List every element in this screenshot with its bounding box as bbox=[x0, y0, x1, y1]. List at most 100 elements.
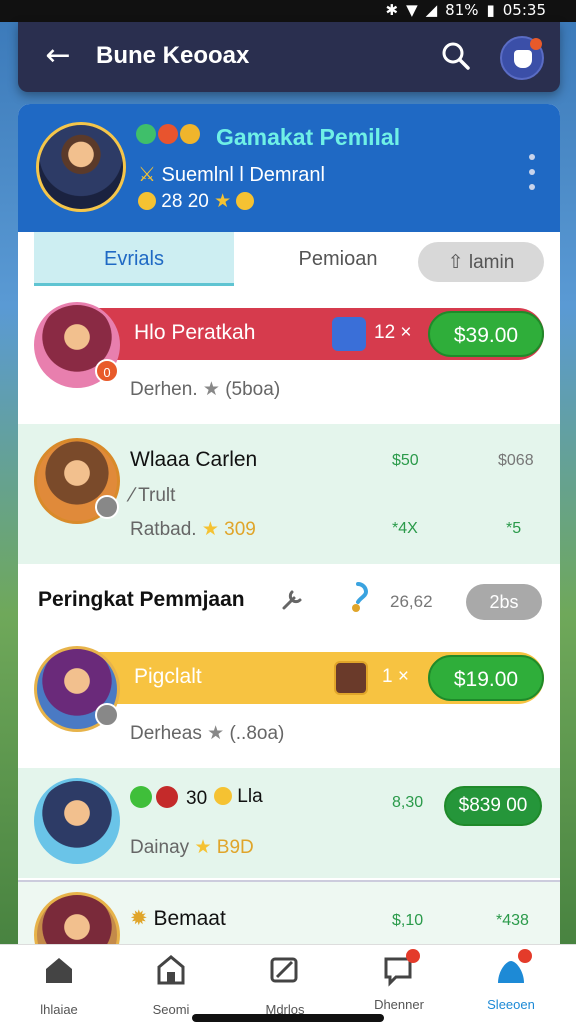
item-name: 30 bbox=[186, 788, 208, 809]
item-gem-icon bbox=[332, 317, 366, 351]
item-subtitle: Derhen. ★ (5boa) bbox=[130, 378, 280, 401]
item-quantity: 12 × bbox=[374, 322, 412, 343]
ruby-badge-icon bbox=[158, 124, 178, 144]
item-quantity: 1 × bbox=[382, 666, 409, 687]
avatar bbox=[34, 438, 120, 524]
profile-stats-value: 28 20 bbox=[161, 191, 209, 212]
item-badges bbox=[130, 786, 178, 808]
list-item[interactable]: ✹ Bemaat $,10 *438 bbox=[18, 880, 560, 944]
ruby-icon bbox=[156, 786, 178, 808]
item-subtitle-text: Derhen. bbox=[130, 379, 198, 400]
item-box-icon bbox=[334, 661, 368, 695]
buy-price-button[interactable]: $19.00 bbox=[428, 655, 544, 701]
item-value-1: 8,30 bbox=[392, 794, 424, 811]
list-item[interactable]: 30 Lla Dainay ★ B9D 8,30 $839 00 bbox=[18, 768, 560, 878]
item-value-2: *438 bbox=[496, 912, 529, 929]
gold-icon bbox=[214, 787, 232, 805]
item-value-1: $,10 bbox=[392, 912, 424, 929]
item-subtitle-extra: (..8oa) bbox=[229, 723, 285, 744]
item-line2: ⁄ Trult bbox=[130, 484, 175, 507]
gold-icon bbox=[236, 192, 255, 210]
star-icon: ★ bbox=[202, 378, 220, 400]
profile-name: Gamakat Pemilal bbox=[216, 124, 401, 150]
main-card: Gamakat Pemilal ⚔ Suemlnl l Demranl 28 2… bbox=[18, 104, 560, 944]
item-name-2-text: Lla bbox=[237, 786, 263, 807]
nav-tools[interactable]: Mdrlos bbox=[240, 953, 330, 1017]
tab-lamin[interactable]: ⇧ lamin bbox=[418, 242, 544, 282]
item-subtitle-extra: (5boa) bbox=[225, 379, 281, 400]
profile-badges bbox=[136, 124, 200, 144]
profile-subtitle-text: Suemlnl l Demranl bbox=[161, 164, 325, 186]
notification-badge bbox=[406, 949, 420, 963]
item-name-text: Bemaat bbox=[153, 907, 226, 930]
gem-icon bbox=[130, 786, 152, 808]
coin-badge-icon bbox=[180, 124, 200, 144]
item-subtitle: Dainay ★ B9D bbox=[130, 836, 254, 859]
item-value-2: $068 bbox=[498, 452, 534, 469]
nav-home[interactable]: lhlaiae bbox=[14, 953, 104, 1017]
list-item[interactable]: Wlaaa Carlen ⁄ Trult Ratbad. ★ 309 $50 $… bbox=[18, 424, 560, 564]
more-options-icon[interactable] bbox=[526, 154, 538, 190]
battery-icon: ▮ bbox=[486, 1, 495, 19]
item-subtitle: Ratbad. ★ 309 bbox=[130, 518, 256, 541]
item-name-2: Lla bbox=[214, 786, 263, 808]
nav-profile[interactable]: Sleeoen bbox=[466, 949, 556, 1012]
item-subtitle-text: Dainay bbox=[130, 837, 190, 858]
buy-price-button[interactable]: $839 00 bbox=[444, 786, 542, 826]
nav-shop[interactable]: Seomi bbox=[126, 953, 216, 1017]
item-line2-text: Trult bbox=[138, 485, 176, 506]
avatar-face-icon bbox=[514, 50, 532, 68]
bluetooth-icon: ✱ bbox=[385, 1, 399, 19]
avatar bbox=[34, 778, 120, 864]
avatar bbox=[34, 646, 120, 732]
item-name: Wlaaa Carlen bbox=[130, 448, 258, 471]
gem-badge-icon bbox=[136, 124, 156, 144]
buy-price-button[interactable]: $39.00 bbox=[428, 311, 544, 357]
avatar bbox=[34, 892, 120, 944]
level-badge bbox=[95, 495, 119, 519]
bottom-navigation: lhlaiae Seomi Mdrlos Dhenner Sleeoen bbox=[0, 944, 576, 1024]
item-name: ✹ Bemaat bbox=[130, 906, 226, 931]
star-icon: ★ bbox=[207, 722, 225, 744]
item-subtitle: Derheas ★ (..8oa) bbox=[130, 722, 284, 745]
level-badge bbox=[95, 703, 119, 727]
slash-icon: ⁄ bbox=[130, 484, 134, 506]
search-icon[interactable] bbox=[438, 38, 474, 74]
nav-label: Dhenner bbox=[374, 997, 424, 1012]
gold-icon: ✹ bbox=[130, 906, 148, 930]
profile-stats: 28 20 ★ bbox=[138, 190, 255, 213]
nav-chat[interactable]: Dhenner bbox=[354, 949, 444, 1012]
level-badge: 0 bbox=[95, 359, 119, 383]
notification-badge bbox=[530, 38, 542, 50]
section-pill-button[interactable]: 2bs bbox=[466, 584, 542, 620]
item-value-1: $50 bbox=[392, 452, 419, 469]
signal-icon: ◢ bbox=[425, 1, 438, 19]
star-icon: ★ bbox=[194, 836, 212, 858]
tab-bar: Evrials Pemioan ⇧ lamin bbox=[18, 232, 560, 292]
list-item[interactable]: Pigclalt 1 × $19.00 Derheas ★ (..8oa) bbox=[18, 638, 560, 766]
item-value-3: *4X bbox=[392, 520, 418, 537]
status-icons: ✱ ▼ ◢ 81% ▮ 05:35 bbox=[385, 1, 546, 19]
chat-icon bbox=[382, 949, 420, 987]
home-indicator[interactable] bbox=[192, 1014, 384, 1022]
nav-label: Sleeoen bbox=[487, 997, 535, 1012]
section-header: Peringkat Pemmjaan 26,62 2bs bbox=[18, 564, 560, 638]
item-name: Pigclalt bbox=[134, 665, 202, 688]
sword-icon: ⚔ bbox=[138, 162, 156, 186]
tab-pemioan[interactable]: Pemioan bbox=[268, 232, 408, 286]
back-arrow-icon[interactable]: ← bbox=[40, 38, 76, 74]
wrench-icon[interactable] bbox=[280, 586, 306, 612]
tab-evrials[interactable]: Evrials bbox=[34, 232, 234, 286]
profile-avatar[interactable] bbox=[36, 122, 126, 212]
nav-label: lhlaiae bbox=[40, 1002, 78, 1017]
list-item[interactable]: Hlo Peratkah 12 × $39.00 0 Derhen. ★ (5b… bbox=[18, 294, 560, 420]
app-title: Bune Keooax bbox=[96, 42, 250, 69]
battery-level: 81% bbox=[445, 1, 479, 19]
item-subtitle-text: Ratbad. bbox=[130, 519, 197, 540]
lamp-icon[interactable] bbox=[344, 580, 372, 614]
home-icon bbox=[46, 958, 72, 983]
item-name: Hlo Peratkah bbox=[134, 321, 256, 344]
user-avatar-button[interactable] bbox=[500, 36, 544, 80]
item-stars: 309 bbox=[224, 519, 256, 540]
profile-subtitle: ⚔ Suemlnl l Demranl bbox=[138, 162, 325, 187]
